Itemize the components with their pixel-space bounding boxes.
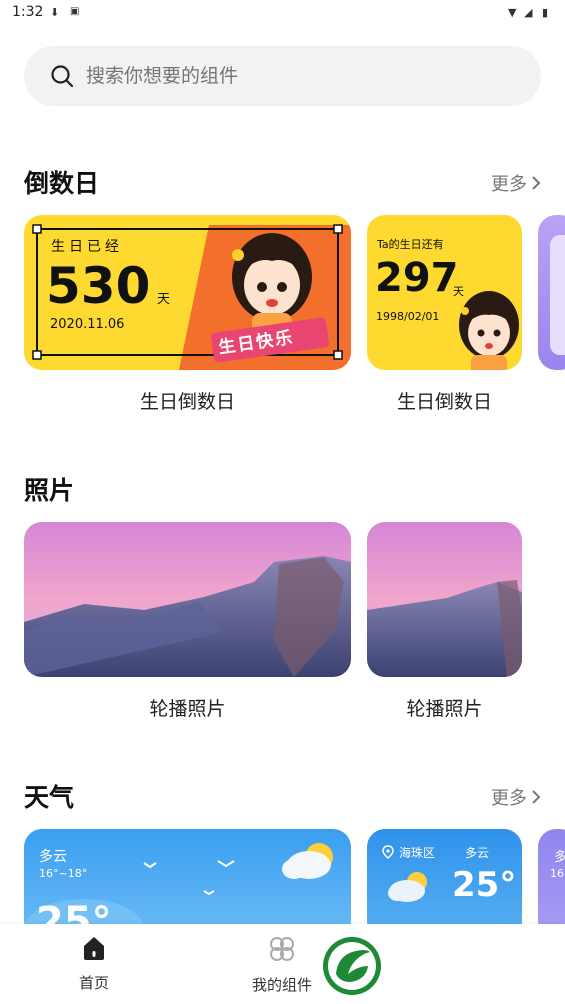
- more-label: 更多: [491, 788, 527, 809]
- location-pin-icon: [382, 845, 394, 859]
- card-inner-panel: [550, 235, 565, 355]
- photo-widget-large[interactable]: [24, 522, 351, 677]
- bottom-navigation: 首页 我的组件: [0, 924, 565, 1004]
- section-title-photos: 照片: [24, 476, 75, 505]
- search-input[interactable]: [84, 64, 488, 88]
- photo-mountain-image: [24, 522, 351, 677]
- section-title-weather: 天气: [24, 783, 75, 812]
- countdown-unit: 天: [453, 285, 464, 298]
- countdown-widget-birthday-large[interactable]: 生日已经 530 天 2020.11.06 生日快乐: [24, 215, 351, 370]
- weather-location: 海珠区: [399, 846, 436, 860]
- status-bar: 1:32 ⬇ ▣ ▼ ◢ ▮: [0, 0, 565, 26]
- signal-icon: ◢: [524, 6, 533, 19]
- photo-widget-small[interactable]: [367, 522, 522, 677]
- weather-temp-range: 16: [550, 867, 564, 880]
- app-logo[interactable]: [322, 936, 382, 996]
- notification-icon: ▣: [70, 6, 80, 17]
- nav-home-label: 首页: [78, 974, 109, 992]
- section-title-countdown: 倒数日: [24, 169, 100, 198]
- countdown-number: 530: [46, 257, 151, 315]
- leaf-logo-icon: [323, 937, 381, 995]
- weather-condition: 多云: [465, 846, 490, 860]
- nav-my-widgets[interactable]: 我的组件: [232, 934, 332, 995]
- countdown-unit: 天: [157, 292, 171, 307]
- weather-condition: 多云: [39, 849, 67, 865]
- countdown-date: 2020.11.06: [50, 317, 125, 332]
- status-time: 1:32: [12, 4, 44, 20]
- nav-home[interactable]: 首页: [44, 934, 144, 993]
- search-icon: [51, 65, 74, 88]
- countdown-widget-birthday-small[interactable]: Ta的生日还有 297 天 1998/02/01: [367, 215, 522, 370]
- countdown-widget-partial[interactable]: [538, 215, 565, 370]
- battery-icon: ▮: [542, 6, 549, 19]
- countdown-card1-caption: 生日倒数日: [139, 391, 235, 413]
- weather-widget-large[interactable]: 多云 16°~18° 25°: [24, 829, 351, 939]
- countdown-more-link[interactable]: 更多: [491, 170, 541, 196]
- wifi-icon: ▼: [508, 6, 517, 19]
- download-icon: ⬇: [50, 6, 60, 19]
- nav-my-widgets-label: 我的组件: [251, 976, 312, 994]
- chevron-right-icon: [532, 176, 541, 190]
- home-icon: [84, 937, 104, 960]
- search-bar[interactable]: [24, 46, 541, 106]
- more-label: 更多: [491, 174, 527, 195]
- countdown-label: Ta的生日还有: [377, 238, 444, 251]
- weather-temp: 25°: [452, 865, 517, 905]
- photo-card2-caption: 轮播照片: [406, 698, 483, 720]
- chevron-right-icon: [532, 790, 541, 804]
- widgets-icon: [270, 937, 294, 961]
- weather-temp-range: 16°~18°: [39, 867, 88, 880]
- weather-more-link[interactable]: 更多: [491, 784, 541, 810]
- countdown-card2-caption: 生日倒数日: [396, 391, 492, 413]
- weather-condition: 多: [554, 850, 565, 865]
- countdown-label: 生日已经: [51, 239, 123, 255]
- photo-mountain-image: [367, 522, 522, 677]
- countdown-date: 1998/02/01: [376, 310, 440, 323]
- weather-widget-partial[interactable]: 多 16: [538, 829, 565, 939]
- weather-widget-small[interactable]: 海珠区 多云 25°: [367, 829, 522, 939]
- countdown-number: 297: [375, 255, 459, 301]
- photo-card1-caption: 轮播照片: [149, 698, 226, 720]
